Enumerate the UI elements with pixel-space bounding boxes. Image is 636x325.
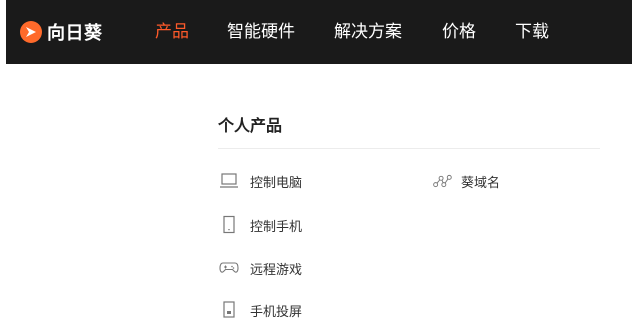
menu-item-label: 远程游戏 (250, 262, 303, 278)
nav-item-pricing[interactable]: 价格 (442, 20, 476, 44)
nav-item-smart-hardware[interactable]: 智能硬件 (227, 20, 295, 44)
nav-item-download[interactable]: 下载 (515, 20, 549, 44)
menu-item-screen-cast[interactable]: 手机投屏 (219, 300, 302, 320)
laptop-icon (219, 171, 239, 191)
brand-logo[interactable]: 向日葵 (20, 20, 103, 44)
section-divider (218, 148, 600, 149)
menu-item-control-pc[interactable]: 控制电脑 (219, 171, 302, 191)
screen-cast-icon (219, 300, 239, 320)
section-title-personal-products: 个人产品 (218, 116, 283, 135)
gamepad-icon (219, 258, 239, 278)
menu-item-kui-domain[interactable]: 葵域名 (432, 171, 500, 191)
menu-item-label: 控制手机 (250, 219, 303, 235)
menu-item-label: 控制电脑 (250, 175, 303, 191)
nav-item-solutions[interactable]: 解决方案 (334, 20, 402, 44)
menu-item-control-phone[interactable]: 控制手机 (219, 215, 302, 235)
menu-item-label: 手机投屏 (250, 304, 303, 320)
sunflower-logo-icon (20, 21, 42, 43)
brand-name: 向日葵 (47, 23, 103, 44)
network-nodes-icon (432, 171, 452, 191)
menu-item-remote-gaming[interactable]: 远程游戏 (219, 258, 302, 278)
top-navbar: 向日葵 产品 智能硬件 解决方案 价格 下载 (6, 0, 632, 64)
nav-item-products[interactable]: 产品 (155, 20, 189, 44)
menu-item-label: 葵域名 (461, 175, 501, 191)
phone-icon (219, 215, 239, 235)
